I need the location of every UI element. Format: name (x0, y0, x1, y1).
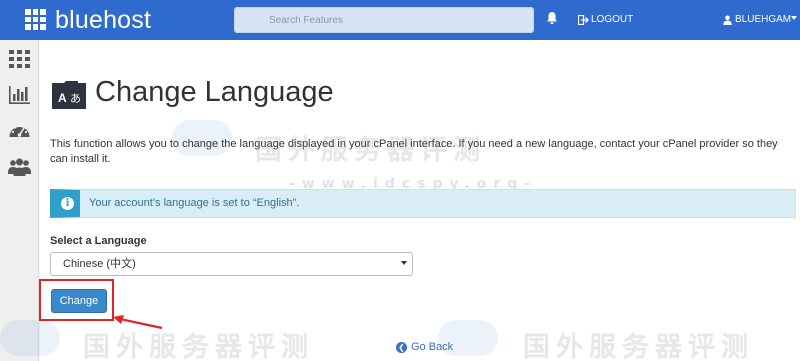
language-icon-letter-a-jp: あ (70, 92, 81, 105)
language-select[interactable]: Chinese (中文) (50, 252, 413, 276)
info-message: Your account’s language is set to “Engli… (89, 197, 300, 209)
language-icon: A あ (52, 81, 86, 109)
arrow-left-circle-icon: ❮ (396, 341, 407, 353)
go-back-label: Go Back (411, 341, 454, 353)
sidebar (0, 40, 39, 361)
grid-icon[interactable] (7, 48, 32, 70)
bluehost-logo-icon[interactable] (25, 9, 46, 30)
user-menu-caret-icon[interactable] (791, 16, 797, 20)
dashboard-icon[interactable] (7, 120, 32, 142)
page-description: This function allows you to change the l… (50, 138, 778, 165)
users-icon[interactable] (7, 156, 32, 178)
bell-icon[interactable] (546, 11, 558, 25)
user-menu[interactable]: BLUEHGAM (723, 14, 791, 25)
search-input[interactable] (234, 7, 534, 33)
logout-label: LOGOUT (591, 14, 634, 25)
top-navbar: bluehost LOGOUT BLUEHGAM (0, 0, 800, 40)
info-icon: i (61, 197, 74, 210)
select-language-label: Select a Language (50, 235, 147, 247)
page-title: Change Language (95, 76, 334, 108)
logout-button[interactable]: LOGOUT (578, 14, 633, 25)
bar-chart-icon[interactable] (7, 84, 32, 106)
annotation-arrow-icon (113, 315, 163, 330)
go-back-link[interactable]: ❮ Go Back (396, 341, 453, 353)
logout-icon (578, 14, 589, 25)
user-icon (723, 15, 732, 25)
change-button[interactable]: Change (51, 289, 107, 313)
language-icon-letter-a: A (58, 91, 67, 105)
username: BLUEHGAM (735, 14, 792, 25)
brand-name[interactable]: bluehost (55, 6, 151, 35)
select-chevron-down-icon (401, 261, 407, 265)
